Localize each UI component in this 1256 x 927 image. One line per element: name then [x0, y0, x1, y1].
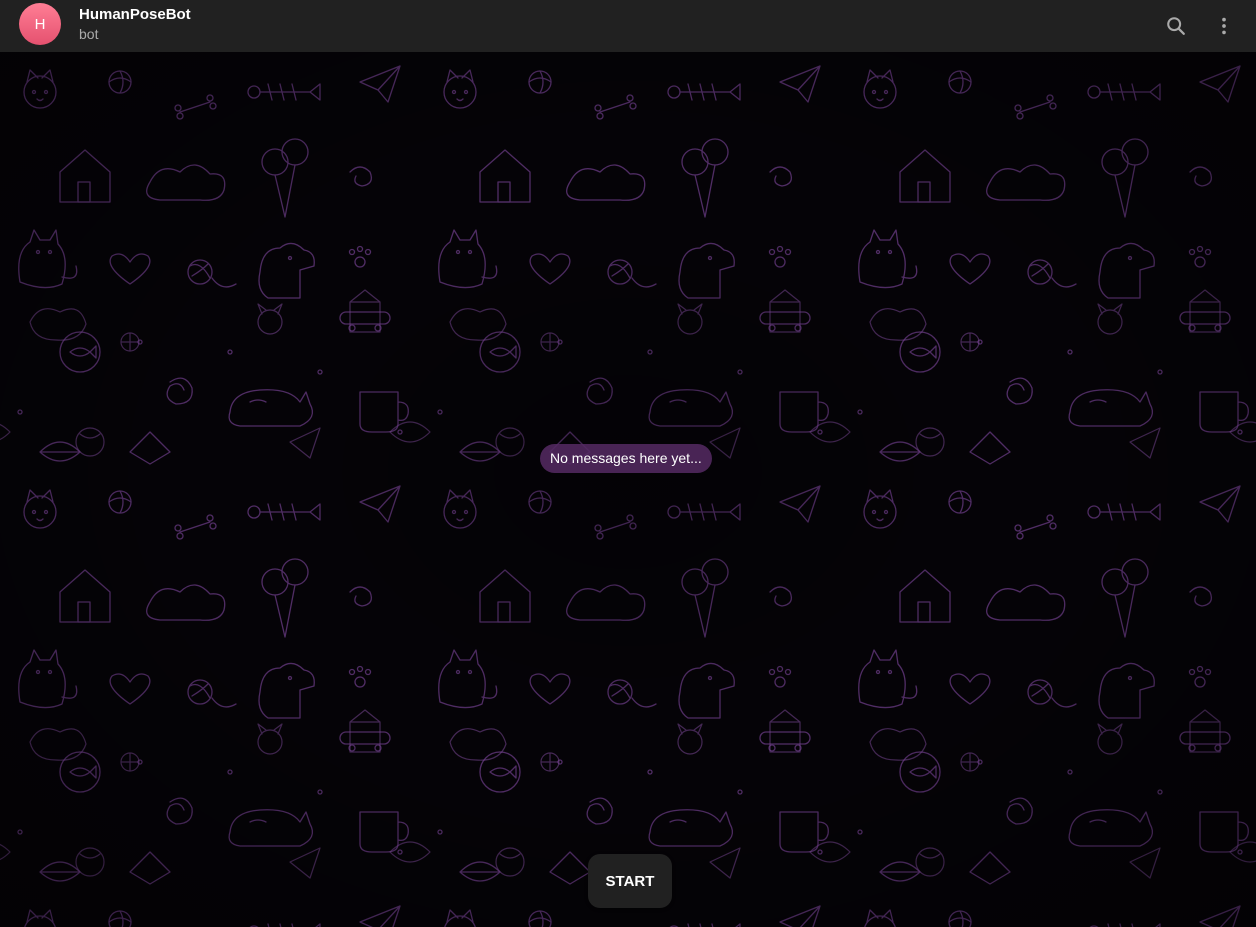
search-icon: [1167, 17, 1185, 35]
more-options-button[interactable]: [1204, 6, 1244, 46]
avatar-letter: H: [34, 15, 46, 33]
more-vertical-icon: [1222, 17, 1226, 35]
avatar[interactable]: H: [19, 3, 61, 45]
empty-chat-notice: No messages here yet...: [540, 444, 712, 473]
doodle-pattern-background: [0, 52, 1256, 927]
telegram-chat-window: H HumanPoseBot bot No messages here yet.…: [0, 0, 1256, 927]
chat-info[interactable]: HumanPoseBot bot: [79, 6, 191, 43]
chat-title: HumanPoseBot: [79, 6, 191, 23]
start-button[interactable]: START: [588, 854, 672, 908]
search-button[interactable]: [1156, 6, 1196, 46]
chat-status: bot: [79, 26, 99, 42]
chat-header: H HumanPoseBot bot: [0, 0, 1256, 52]
chat-area: No messages here yet... START: [0, 52, 1256, 927]
